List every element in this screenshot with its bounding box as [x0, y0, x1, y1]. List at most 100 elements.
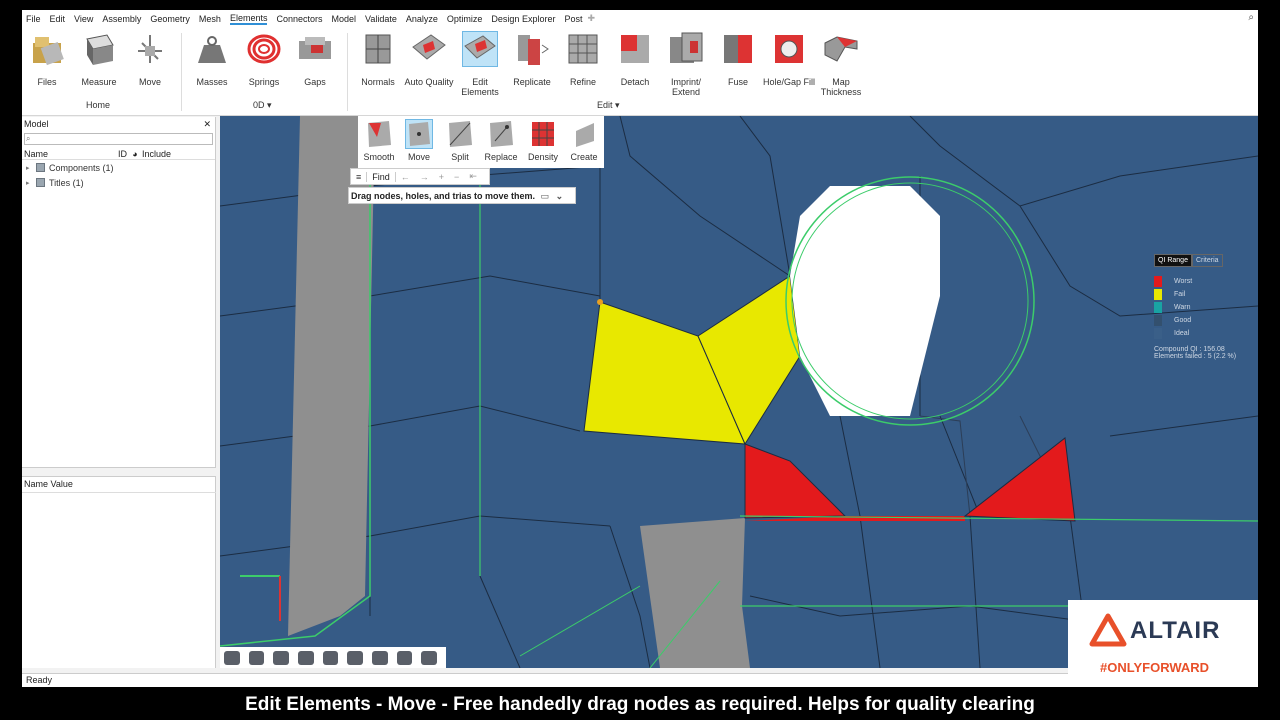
menu-geometry[interactable]: Geometry	[150, 14, 190, 24]
tab-criteria[interactable]: Criteria	[1191, 254, 1223, 267]
legend-label: Warn	[1174, 304, 1191, 311]
menu-view[interactable]: View	[74, 14, 93, 24]
reset-icon[interactable]: ⇤	[464, 171, 482, 182]
menu-file[interactable]: File	[26, 14, 41, 24]
legend-entry: Fail	[1154, 288, 1258, 301]
browser-columns: Name ID ◕ Include	[22, 148, 215, 160]
menu-connectors[interactable]: Connectors	[276, 14, 322, 24]
group-0d[interactable]: 0D ▾	[253, 100, 272, 111]
menu-validate[interactable]: Validate	[365, 14, 397, 24]
search-icon[interactable]: ⌕	[1248, 12, 1254, 23]
plus-icon[interactable]: +	[434, 172, 449, 182]
hypermesh-window: File Edit View Assembly Geometry Mesh El…	[22, 10, 1258, 687]
tree-item-components[interactable]: ▸ Components (1)	[22, 160, 215, 175]
masses-icon	[194, 31, 230, 67]
column-id[interactable]: ID	[118, 149, 128, 159]
imprint-extend-icon	[668, 31, 704, 67]
normals-icon	[360, 31, 396, 67]
menu-design-explorer[interactable]: Design Explorer	[491, 14, 555, 24]
hole-gap-fill-label: Hole/Gap Fill	[762, 77, 816, 87]
smooth-label: Smooth	[363, 152, 395, 162]
density-button[interactable]: Density	[522, 119, 564, 162]
color-swatch	[1154, 276, 1162, 287]
model-browser-title: Model	[24, 119, 49, 129]
split-button[interactable]: Split	[439, 119, 481, 162]
move-label: Move	[407, 152, 430, 162]
menu-analyze[interactable]: Analyze	[406, 14, 438, 24]
legend-entry: Ideal	[1154, 327, 1258, 340]
tree-item-titles[interactable]: ▸ Titles (1)	[22, 175, 215, 190]
close-icon[interactable]: ✕	[203, 119, 211, 130]
legend-entry: Good	[1154, 314, 1258, 327]
create-button[interactable]: Create	[563, 119, 605, 162]
arrow-left-icon[interactable]: ←	[396, 172, 415, 182]
browser-search-input[interactable]: ⌕	[24, 133, 213, 145]
find-button[interactable]: Find	[366, 171, 396, 182]
model-browser-header: Model ✕	[22, 117, 215, 131]
column-name[interactable]: Name	[24, 149, 118, 159]
color-swatch	[1154, 289, 1162, 300]
legend-label: Fail	[1174, 291, 1186, 298]
video-caption: Edit Elements - Move - Free handedly dra…	[245, 694, 1035, 715]
model-browser: Model ✕ ⌕ Name ID ◕ Include ▸ Components…	[22, 117, 216, 668]
view-toolbar	[220, 647, 446, 668]
arrow-right-icon[interactable]: →	[415, 172, 434, 182]
replace-button[interactable]: Replace	[480, 119, 522, 162]
menu-bar: File Edit View Assembly Geometry Mesh El…	[22, 10, 1258, 27]
smooth-button[interactable]: Smooth	[358, 119, 400, 162]
legend-label: Ideal	[1174, 330, 1190, 337]
map-thickness-button[interactable]: Map Thickness	[810, 31, 872, 97]
move-node-icon	[405, 119, 433, 149]
name-value-header: Name Value	[22, 479, 216, 493]
menu-edit[interactable]: Edit	[50, 14, 66, 24]
visualization-icon[interactable]	[224, 650, 240, 665]
add-ribbon-icon[interactable]: ✚	[587, 13, 595, 24]
move-button[interactable]: Move	[119, 31, 181, 87]
component-color-icon[interactable]	[322, 650, 339, 665]
triad-icon[interactable]	[347, 650, 364, 665]
chevron-down-icon[interactable]: ⌄	[556, 191, 564, 201]
tree-item-label: Titles (1)	[49, 177, 84, 188]
springs-label: Springs	[248, 77, 280, 87]
menu-assembly[interactable]: Assembly	[102, 14, 141, 24]
replace-label: Replace	[484, 152, 518, 162]
tab-qi-range[interactable]: QI Range	[1154, 254, 1192, 267]
expand-icon[interactable]: ▸	[26, 164, 36, 172]
map-thickness-icon	[823, 31, 859, 67]
panel-splitter[interactable]	[22, 467, 216, 477]
edit-elements-subtools: Smooth Move Split Replace Density Create	[358, 116, 604, 168]
rotate-icon[interactable]	[273, 650, 290, 665]
masses-label: Masses	[196, 77, 228, 87]
elements-failed: Elements failed : 5 (2.2 %)	[1154, 353, 1237, 360]
altair-logo: ALTAIR #ONLYFORWARD	[1068, 600, 1258, 687]
minus-icon[interactable]: −	[449, 172, 464, 182]
column-include[interactable]: Include	[142, 149, 171, 159]
legend-entry: Warn	[1154, 301, 1258, 314]
cube-view-icon[interactable]	[298, 650, 314, 665]
view-controls-icon[interactable]	[248, 650, 265, 665]
brand-slogan: #ONLYFORWARD	[1100, 660, 1210, 675]
lock-icon[interactable]	[421, 650, 438, 665]
tree-item-label: Components (1)	[49, 162, 114, 173]
detach-icon	[617, 31, 653, 67]
replace-icon	[487, 119, 515, 149]
hamburger-icon[interactable]: ≡	[351, 172, 366, 182]
menu-elements[interactable]: Elements	[229, 13, 268, 25]
zoom-icon[interactable]	[372, 650, 388, 665]
create-icon	[570, 119, 598, 149]
section-cut-icon[interactable]	[396, 650, 413, 665]
menu-model[interactable]: Model	[332, 14, 357, 24]
move-label: Move	[138, 77, 161, 87]
measure-label: Measure	[81, 77, 117, 87]
menu-post[interactable]: Post	[564, 14, 582, 24]
gaps-icon	[297, 31, 333, 67]
menu-mesh[interactable]: Mesh	[199, 14, 221, 24]
brand-name: ALTAIR	[1130, 617, 1221, 644]
gaps-button[interactable]: Gaps	[284, 31, 346, 87]
normals-label: Normals	[361, 77, 395, 87]
video-icon[interactable]: ▭	[541, 191, 550, 201]
group-edit[interactable]: Edit ▾	[597, 100, 620, 111]
move-node-button[interactable]: Move	[398, 119, 440, 162]
menu-optimize[interactable]: Optimize	[447, 14, 483, 24]
expand-icon[interactable]: ▸	[26, 179, 36, 187]
